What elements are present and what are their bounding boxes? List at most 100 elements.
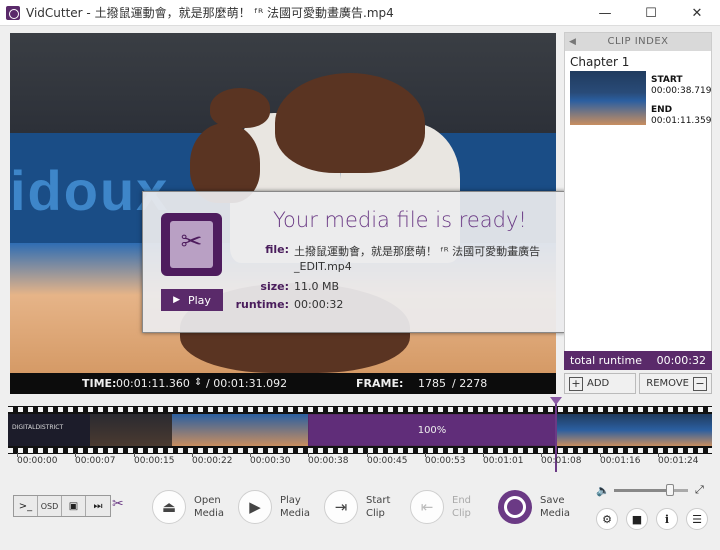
osd-toggle-button[interactable]: OSD — [38, 496, 62, 516]
file-label: file: — [265, 243, 289, 256]
save-media-label-1: Save — [540, 495, 565, 506]
scene-figure — [275, 73, 425, 173]
menu-list-icon[interactable]: ☰ — [686, 508, 708, 530]
video-status-bar: TIME: 00:01:11.360 ⇕ / 00:01:31.092 FRAM… — [10, 373, 556, 394]
play-media-label-1: Play — [280, 495, 301, 506]
vidcutter-icon — [161, 213, 222, 276]
total-runtime-bar: total runtime 00:00:32 — [564, 351, 712, 370]
total-runtime-label: total runtime — [570, 354, 642, 367]
skip-end-icon[interactable]: ⏭ — [86, 496, 110, 516]
open-media-label-1: Open — [194, 495, 221, 506]
play-icon: ▶ — [238, 490, 272, 524]
clip-start-value: 00:00:38.719 — [651, 86, 712, 96]
total-time: / 00:01:31.092 — [206, 377, 288, 390]
current-time: 00:01:11.360 — [116, 377, 190, 390]
timeline-thumbnail — [556, 414, 712, 446]
maximize-button[interactable]: ☐ — [628, 0, 674, 26]
volume-icon[interactable]: 🔈 — [596, 484, 610, 497]
save-media-icon — [498, 490, 532, 524]
timeline-tick: 00:00:22 — [192, 453, 233, 466]
app-logo-icon — [6, 5, 20, 20]
remove-clip-button[interactable]: REMOVE − — [639, 373, 712, 394]
runtime-label: runtime: — [235, 298, 289, 311]
end-clip-icon: ⇤ — [410, 490, 444, 524]
chapter-title: Chapter 1 — [570, 55, 630, 69]
save-media-button[interactable]: Save Media — [498, 490, 570, 524]
timeline-tick: 00:00:15 — [134, 453, 175, 466]
title-bar: VidCutter - 土撥鼠運動會，就是那麼萌！ ᶠᴿ 法國可愛動畫廣告.mp… — [0, 0, 720, 26]
timeline-ruler: 00:00:00 00:00:07 00:00:15 00:00:22 00:0… — [8, 453, 712, 476]
end-clip-button[interactable]: ⇤ End Clip — [410, 490, 471, 524]
clip-thumbnail[interactable] — [570, 71, 646, 125]
window-controls: — ☐ ✕ — [582, 0, 720, 26]
settings-gear-icon[interactable]: ⚙ — [596, 508, 618, 530]
timeline-tick: 00:00:45 — [367, 453, 408, 466]
save-media-label-2: Media — [540, 508, 571, 519]
file-value-line1: 土撥鼠運動會，就是那麼萌！ ᶠᴿ 法國可愛動畫廣告 — [294, 245, 541, 258]
time-label: TIME: — [82, 377, 117, 390]
thumbnails-toggle-icon[interactable]: ▣ — [62, 496, 86, 516]
time-spinner-icon[interactable]: ⇕ — [194, 377, 202, 388]
scene-figure — [210, 88, 270, 128]
clip-index-title: CLIP INDEX — [607, 36, 669, 47]
timeline-tick: 00:00:53 — [425, 453, 466, 466]
end-clip-label-2: Clip — [452, 508, 471, 519]
add-clip-button[interactable]: + ADD — [564, 373, 636, 394]
selection-progress-label: 100% — [417, 424, 447, 436]
runtime-value: 00:00:32 — [294, 298, 344, 311]
sprocket-holes-bottom — [8, 448, 712, 453]
timeline-tick: 00:01:01 — [483, 453, 524, 466]
info-icon[interactable]: i — [656, 508, 678, 530]
end-clip-label-1: End — [452, 495, 472, 506]
dialog-title: Your media file is ready! — [273, 208, 527, 232]
timeline-tick: 00:01:16 — [600, 453, 641, 466]
view-toggle-group: >_ OSD ▣ ⏭ — [13, 495, 111, 517]
minimize-button[interactable]: — — [582, 0, 628, 26]
timeline-tick: 00:01:24 — [658, 453, 699, 466]
size-label: size: — [260, 280, 289, 293]
volume-slider-handle[interactable] — [665, 484, 674, 496]
close-button[interactable]: ✕ — [674, 0, 720, 26]
timeline-tick: 00:00:38 — [308, 453, 349, 466]
timeline-tick: 00:00:07 — [75, 453, 116, 466]
play-media-label-2: Media — [280, 508, 311, 519]
clip-index-header[interactable]: ◀ CLIP INDEX — [565, 33, 711, 51]
file-value-line2: _EDIT.mp4 — [294, 260, 352, 273]
play-media-button[interactable]: ▶ Play Media — [238, 490, 310, 524]
dialog-play-label: Play — [187, 293, 211, 307]
remove-clip-label: REMOVE — [646, 378, 689, 389]
clip-end-label: END — [651, 105, 673, 115]
clip-selection-region[interactable]: 100% — [308, 414, 556, 446]
clip-index-panel: ◀ CLIP INDEX Chapter 1 START 00:00:38.71… — [564, 32, 712, 370]
timeline-tick: 00:00:30 — [250, 453, 291, 466]
timeline-thumbnail — [172, 414, 308, 446]
volume-slider[interactable] — [614, 484, 688, 496]
eject-icon: ⏏ — [152, 490, 186, 524]
collapse-arrow-icon[interactable]: ◀ — [569, 33, 576, 51]
playhead-handle-icon[interactable] — [550, 397, 562, 405]
window-title: VidCutter - 土撥鼠運動會，就是那麼萌！ ᶠᴿ 法國可愛動畫廣告.mp… — [26, 6, 394, 20]
size-value: 11.0 MB — [294, 280, 340, 293]
open-media-button[interactable]: ⏏ Open Media — [152, 490, 224, 524]
play-icon: ▶ — [173, 295, 180, 305]
timeline-thumbnail — [90, 414, 172, 446]
fullscreen-icon[interactable]: ⤢ — [695, 483, 704, 497]
start-clip-button[interactable]: ⇥ Start Clip — [324, 490, 390, 524]
frame-total: / 2278 — [452, 377, 488, 390]
sprocket-holes-top — [8, 407, 712, 412]
media-ready-dialog: ▶ Play Your media file is ready! file: 土… — [142, 191, 566, 333]
timeline-strip[interactable]: DIGITALDISTRICT 100% — [8, 406, 712, 454]
timeline-tick: 00:00:00 — [17, 453, 58, 466]
timeline-thumbnail: DIGITALDISTRICT — [8, 414, 90, 446]
scissors-icon[interactable]: ✂ — [112, 496, 124, 512]
console-button[interactable]: >_ — [14, 496, 38, 516]
open-media-label-2: Media — [194, 508, 225, 519]
start-clip-icon: ⇥ — [324, 490, 358, 524]
timeline-tick: 00:01:08 — [541, 453, 582, 466]
start-clip-label-2: Clip — [366, 508, 385, 519]
minus-icon: − — [693, 376, 707, 391]
start-clip-label-1: Start — [366, 495, 391, 506]
capture-frame-camera-icon[interactable]: ■ — [626, 508, 648, 530]
dialog-play-button[interactable]: ▶ Play — [161, 289, 223, 311]
clip-end-value: 00:01:11.359 — [651, 116, 712, 126]
